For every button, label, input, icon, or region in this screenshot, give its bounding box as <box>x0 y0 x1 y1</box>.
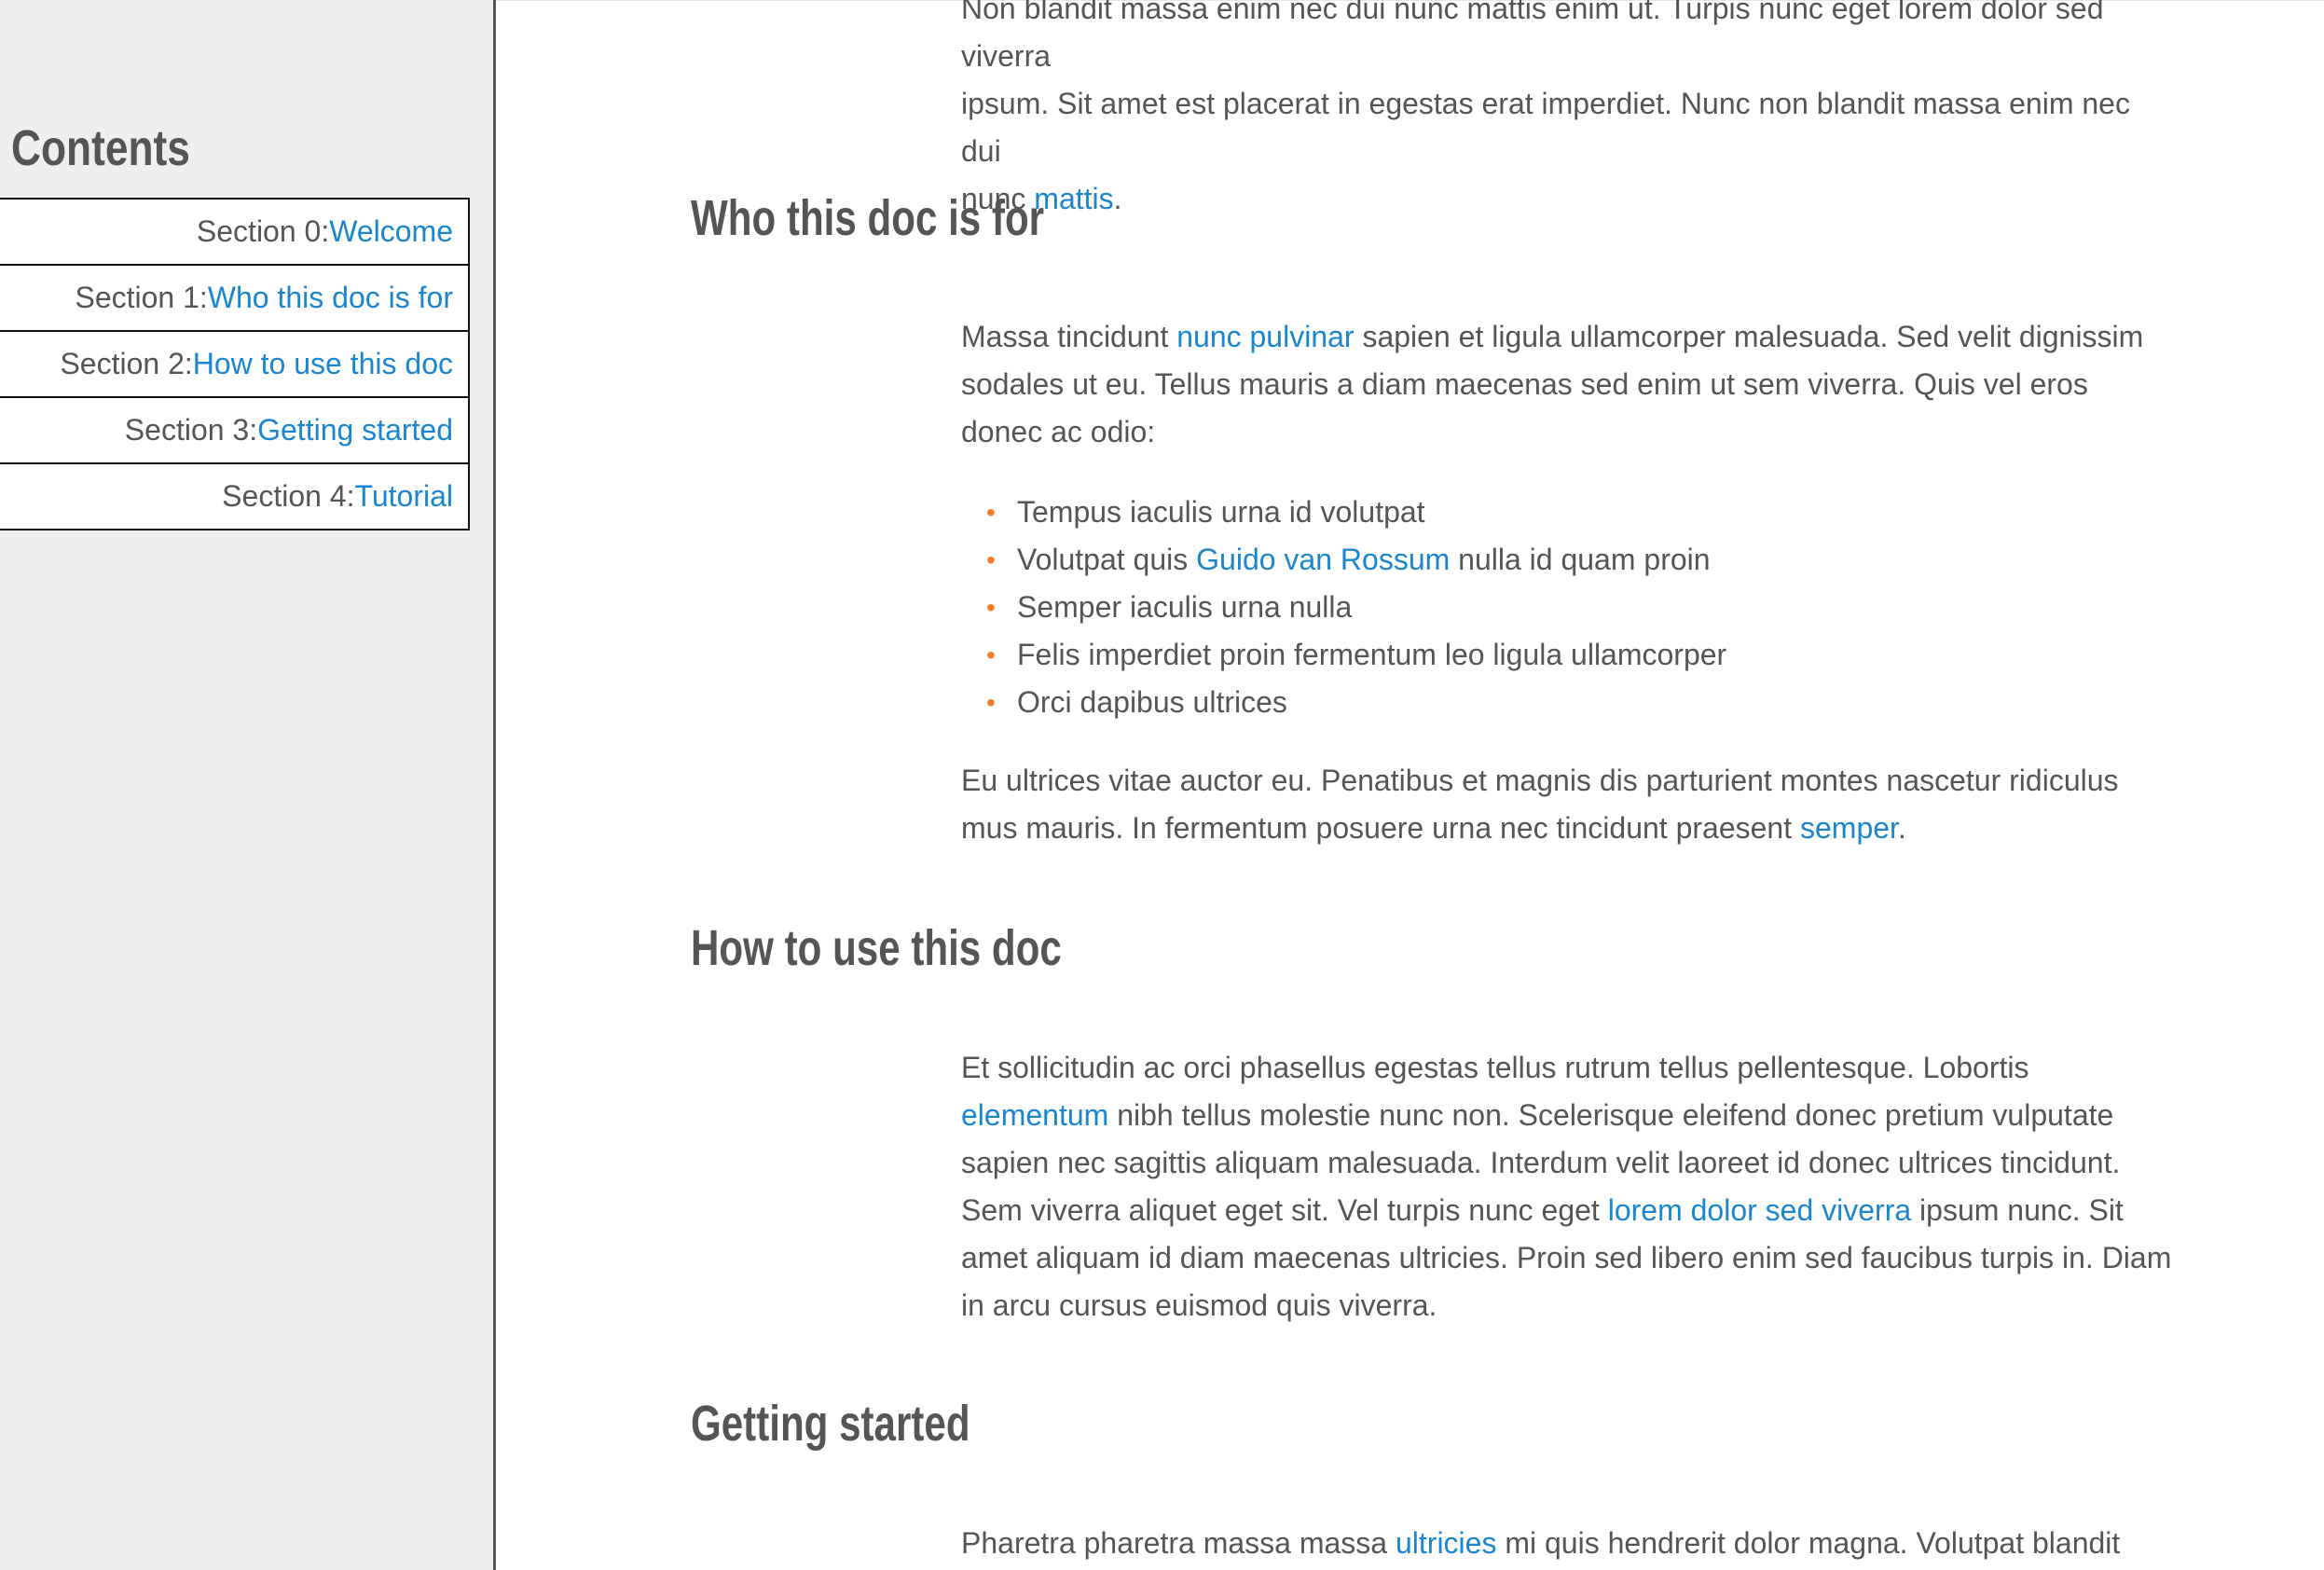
who-p2-text: Eu ultrices vitae auctor eu. Penatibus e… <box>961 764 2119 845</box>
toc-item-getting-started[interactable]: Section 3: Getting started <box>0 396 470 464</box>
toc-link-welcome[interactable]: Welcome <box>329 214 453 249</box>
intro-line-1: Non blandit massa enim nec dui nunc matt… <box>961 0 2104 73</box>
howto-paragraph: Et sollicitudin ac orci phasellus egesta… <box>961 1044 2173 1329</box>
toc-link-tutorial[interactable]: Tutorial <box>354 479 453 514</box>
toc-prefix: Section 4: <box>222 479 355 513</box>
list-item-text: Tempus iaculis urna id volutpat <box>1017 495 1425 529</box>
table-of-contents: Section 0: Welcome Section 1: Who this d… <box>0 198 470 530</box>
toc-link-getting-started[interactable]: Getting started <box>257 413 453 448</box>
howto-text-1: Et sollicitudin ac orci phasellus egesta… <box>961 1051 2029 1084</box>
toc-item-welcome[interactable]: Section 0: Welcome <box>0 198 470 266</box>
bullet-icon: • <box>986 593 996 622</box>
who-p1-text: Massa tincidunt <box>961 320 1177 353</box>
nunc-pulvinar-link[interactable]: nunc pulvinar <box>1176 320 1354 353</box>
bullet-icon: • <box>986 498 996 527</box>
list-item-text-end: nulla id quam proin <box>1450 543 1711 576</box>
toc-prefix: Section 0: <box>196 214 330 248</box>
getting-started-text-end: mi quis hendrerit dolor magna. Volutpat … <box>1496 1526 2121 1560</box>
list-item: • Felis imperdiet proin fermentum leo lig… <box>961 631 1726 679</box>
lorem-dolor-sed-viverra-link[interactable]: lorem dolor sed viverra <box>1608 1193 1911 1227</box>
sidebar: Contents Section 0: Welcome Section 1: W… <box>0 0 496 1570</box>
heading-who-this-doc-is-for: Who this doc is for <box>691 190 1045 246</box>
toc-item-how-to-use-this-doc[interactable]: Section 2: How to use this doc <box>0 330 470 398</box>
list-item: • Volutpat quis Guido van Rossum nulla id… <box>961 536 1726 584</box>
bullet-icon: • <box>986 545 996 574</box>
heading-getting-started: Getting started <box>691 1396 970 1452</box>
sidebar-title: Contents <box>11 120 190 176</box>
bullet-icon: • <box>986 640 996 669</box>
getting-started-text: Pharetra pharetra massa massa <box>961 1526 1396 1560</box>
who-paragraph-1: Massa tincidunt nunc pulvinar sapien et … <box>961 313 2173 456</box>
toc-prefix: Section 2: <box>60 347 193 380</box>
list-item: • Orci dapibus ultrices <box>961 679 1726 726</box>
list-item: • Tempus iaculis urna id volutpat <box>961 489 1726 536</box>
ultricies-link[interactable]: ultricies <box>1396 1526 1496 1560</box>
toc-link-how-to-use-this-doc[interactable]: How to use this doc <box>193 347 453 381</box>
semper-link[interactable]: semper <box>1800 811 1898 845</box>
main-content: Non blandit massa enim nec dui nunc matt… <box>496 0 2324 1570</box>
guido-van-rossum-link[interactable]: Guido van Rossum <box>1196 543 1450 576</box>
list-item-text: Semper iaculis urna nulla <box>1017 590 1353 624</box>
list-item-text: Volutpat quis <box>1017 543 1197 576</box>
intro-line-3-end: . <box>1113 182 1122 215</box>
bullet-icon: • <box>986 688 996 717</box>
intro-line-2: ipsum. Sit amet est placerat in egestas … <box>961 87 2130 168</box>
who-p2-end: . <box>1897 811 1906 845</box>
toc-prefix: Section 1: <box>75 281 208 314</box>
toc-item-tutorial[interactable]: Section 4: Tutorial <box>0 462 470 530</box>
elementum-link[interactable]: elementum <box>961 1098 1108 1132</box>
toc-link-who-this-doc-is-for[interactable]: Who this doc is for <box>208 281 453 315</box>
list-item-text: Orci dapibus ultrices <box>1017 685 1287 719</box>
mattis-link[interactable]: mattis <box>1034 182 1113 215</box>
heading-how-to-use-this-doc: How to use this doc <box>691 920 1062 976</box>
getting-started-paragraph: Pharetra pharetra massa massa ultricies … <box>961 1520 2173 1567</box>
intro-paragraph: Non blandit massa enim nec dui nunc matt… <box>961 0 2173 223</box>
who-bullet-list: • Tempus iaculis urna id volutpat • Volutp… <box>961 489 1726 726</box>
who-paragraph-2: Eu ultrices vitae auctor eu. Penatibus e… <box>961 757 2173 852</box>
toc-item-who-this-doc-is-for[interactable]: Section 1: Who this doc is for <box>0 264 470 332</box>
list-item-text: Felis imperdiet proin fermentum leo ligu… <box>1017 638 1727 671</box>
list-item: • Semper iaculis urna nulla <box>961 584 1726 631</box>
toc-prefix: Section 3: <box>124 413 258 447</box>
